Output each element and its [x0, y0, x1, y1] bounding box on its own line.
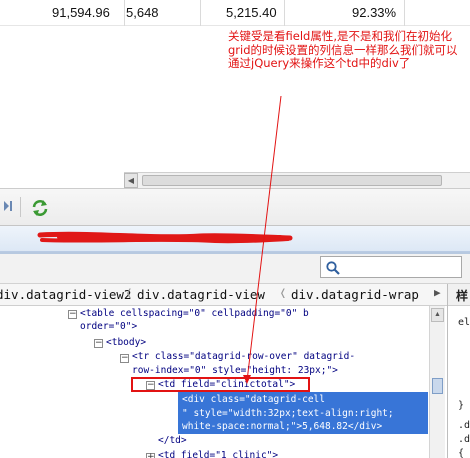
- highlight-box: [131, 377, 310, 392]
- breadcrumb-item[interactable]: div.datagrid-wrap: [291, 287, 419, 302]
- tree-vertical-scrollbar[interactable]: ▲: [429, 306, 445, 458]
- chevron-left-icon: ❬: [279, 286, 287, 301]
- tree-node-tbody[interactable]: <tbody>: [106, 336, 146, 350]
- style-side-panel: 样 el } .d .d {: [447, 284, 470, 458]
- dom-breadcrumb: div.datagrid-view2 ❬ div.datagrid-view ❬…: [0, 284, 470, 306]
- devtools-search-input[interactable]: [320, 256, 462, 278]
- last-page-icon[interactable]: [2, 199, 16, 215]
- search-icon: [325, 260, 341, 276]
- breadcrumb-item[interactable]: div.datagrid-view: [137, 287, 265, 302]
- style-line: .d: [458, 434, 470, 445]
- breadcrumb-scroll-right-icon[interactable]: ▶: [434, 286, 441, 299]
- chevron-left-icon: ❬: [125, 286, 133, 301]
- devtools-search-row: [0, 254, 470, 284]
- tree-node-tr[interactable]: <tr class="datagrid-row-over" datagrid-: [132, 350, 355, 364]
- style-line: el: [458, 317, 470, 328]
- selected-node-line: white-space:normal;">5,648.82</div>: [182, 421, 383, 433]
- selected-dom-node[interactable]: <div class="datagrid-cell " style="width…: [178, 392, 428, 434]
- tree-node-td-clinic[interactable]: <td field="1_clinic">: [158, 449, 278, 458]
- expand-toggle-icon[interactable]: +: [146, 453, 155, 458]
- style-tab-label: 样: [456, 289, 469, 303]
- grid-pager: [0, 188, 470, 226]
- grid-horizontal-scrollbar[interactable]: ◀: [124, 172, 470, 188]
- grid-cell-total: 91,594.96: [52, 5, 110, 20]
- pager-separator: [20, 197, 21, 217]
- tree-node-table-cont[interactable]: order="0">: [80, 320, 137, 334]
- collapse-toggle-icon[interactable]: −: [94, 339, 103, 348]
- style-line: }: [458, 400, 465, 411]
- scroll-thumb[interactable]: [142, 175, 442, 186]
- refresh-icon[interactable]: [30, 198, 50, 218]
- scroll-up-arrow-icon[interactable]: ▲: [431, 308, 444, 322]
- style-tab[interactable]: 样: [448, 284, 470, 306]
- grid-cell-percent: 92.33%: [352, 5, 397, 20]
- column-divider: [200, 0, 201, 26]
- browser-status-band: [0, 226, 470, 252]
- grid-data-row[interactable]: 91,594.96 5,648 5,215.40 92.33%: [0, 0, 470, 26]
- column-divider: [404, 0, 405, 26]
- style-line: {: [458, 448, 465, 458]
- collapse-toggle-icon[interactable]: −: [120, 354, 129, 363]
- collapse-toggle-icon[interactable]: −: [68, 310, 77, 319]
- scroll-thumb[interactable]: [432, 378, 443, 394]
- style-line: .d: [458, 420, 470, 431]
- tree-node-tr-cont[interactable]: row-index="0" style="height: 23px;">: [132, 364, 338, 378]
- tree-node-table[interactable]: <table cellspacing="0" cellpadding="0" b: [80, 307, 309, 321]
- selected-node-line: " style="width:32px;text-align:right;: [182, 407, 394, 419]
- column-divider: [284, 0, 285, 26]
- grid-cell-amount: 5,215.40: [226, 5, 277, 20]
- redaction-scribble: [37, 231, 293, 244]
- tree-node-td-close[interactable]: </td>: [158, 434, 187, 448]
- column-divider: [124, 0, 125, 26]
- scroll-left-arrow-icon[interactable]: ◀: [124, 173, 138, 188]
- annotation-text: 关键受是看field属性,是不是和我们在初始化grid的时候设置的列信息一样那么…: [228, 29, 458, 70]
- breadcrumb-item[interactable]: div.datagrid-view2: [0, 287, 131, 302]
- grid-cell-count: 5,648: [126, 5, 159, 20]
- selected-node-line: <div class="datagrid-cell: [182, 394, 325, 405]
